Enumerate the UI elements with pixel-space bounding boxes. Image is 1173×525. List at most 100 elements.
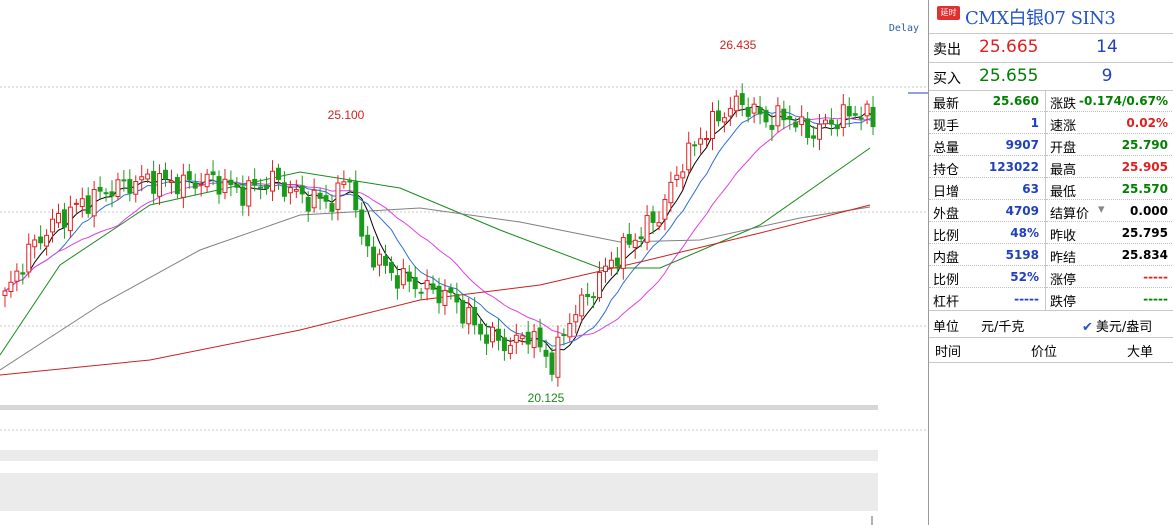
candle-down [186,171,192,180]
candle-up [751,103,757,114]
stat-label: 最高 [1050,163,1077,178]
candle-down [739,93,745,105]
delay-badge: 延时 [937,6,960,20]
chevron-down-icon[interactable]: ▾ [1098,202,1105,217]
buy-row[interactable]: 买入 25.655 9 [929,63,1173,91]
stat-row: 现手 1 [929,112,1045,134]
candle-down [388,262,394,274]
candle-down [430,283,436,290]
candlestick-svg[interactable]: 25.100 26.435 20.125 Delay [0,0,928,525]
candle-up [8,281,14,293]
candle-up [531,331,537,349]
stat-label: 涨停 [1050,273,1077,288]
candle-down [828,119,834,125]
candle-down [127,179,133,194]
candle-up [50,218,56,233]
candle-up [603,265,608,272]
candle-down [858,117,864,120]
candle-down [454,293,460,303]
stat-value: 25.790 [1121,138,1168,152]
candle-up [335,182,341,210]
stat-row: 外盘 4709 [929,200,1045,222]
candle-up [32,239,38,248]
stat-label: 持仓 [933,163,960,178]
stat-label: 跌停 [1050,295,1077,310]
stat-row: 日增 63 [929,178,1045,200]
unit-option-label: 美元/盎司 [1095,320,1153,335]
sell-label: 卖出 [933,42,961,58]
stat-row: 昨结 25.834 [1046,244,1173,266]
candle-down [501,337,507,352]
candle-up [674,174,680,180]
candle-down [781,108,787,121]
candle-up [424,280,430,290]
candle-down [805,118,811,138]
candle-up [644,214,650,243]
candle-down [264,184,270,189]
stat-row: 总量 9907 [929,134,1045,156]
candle-up [608,259,614,269]
candle-down [258,186,264,189]
candle-down [715,110,721,122]
candle-down [371,246,377,268]
candle-up [204,173,210,188]
candle-up [573,314,579,323]
candle-up [222,178,228,194]
ma5-line [4,105,874,352]
unit-option[interactable]: ✔ 美元/盎司 [1082,316,1152,335]
volume-band [0,405,878,410]
stat-row: 速涨 0.02% [1046,112,1173,134]
candle-up [287,187,293,194]
candle-up [341,181,347,185]
ma-long-line-0 [0,147,871,356]
candle-down [525,331,531,345]
stat-label: 内盘 [933,251,960,266]
candle-up [377,253,383,266]
candle-down [163,169,168,180]
candle-down [561,334,567,337]
candle-down [591,296,597,299]
candle-down [252,178,258,186]
candle-down [757,107,763,115]
stat-value: 25.905 [1121,160,1168,174]
check-icon: ✔ [1082,320,1093,335]
stat-value: 0.02% [1126,116,1168,130]
kline-chart[interactable]: 25.100 26.435 20.125 Delay [0,0,928,525]
candle-down [834,124,840,130]
candle-up [656,222,662,227]
candle-up [400,268,406,286]
candle-down [549,352,555,375]
candle-up [26,243,32,273]
candle-down [418,291,424,294]
candle-down [121,179,127,182]
candle-up [79,198,85,208]
candle-down [811,135,817,139]
sell-volume: 14 [1096,37,1118,57]
candle-down [846,106,852,117]
candle-down [275,167,281,180]
stat-label: 涨跌 [1050,97,1077,112]
candle-up [67,206,73,232]
candle-up [246,180,252,207]
buy-volume: 9 [1101,66,1113,86]
stat-row: 内盘 5198 [929,244,1045,266]
candle-down [240,186,246,206]
candle-down [412,277,418,290]
candle-down [174,177,180,195]
candle-down [20,272,26,275]
candle-down [61,209,67,228]
stat-value: 25.570 [1121,182,1168,196]
stat-label: 结算价 [1050,207,1090,222]
stat-row: 开盘 25.790 [1046,134,1173,156]
candle-up [115,179,121,198]
candle-up [680,171,686,179]
candle-down [347,180,353,183]
price-annotation: 26.435 [720,38,757,52]
candle-down [585,293,591,298]
volume-band [0,450,878,461]
candle-down [787,116,793,120]
candle-down [365,234,371,247]
candle-up [567,323,573,338]
sell-row[interactable]: 卖出 25.665 14 [929,34,1173,62]
candle-up [817,123,822,140]
